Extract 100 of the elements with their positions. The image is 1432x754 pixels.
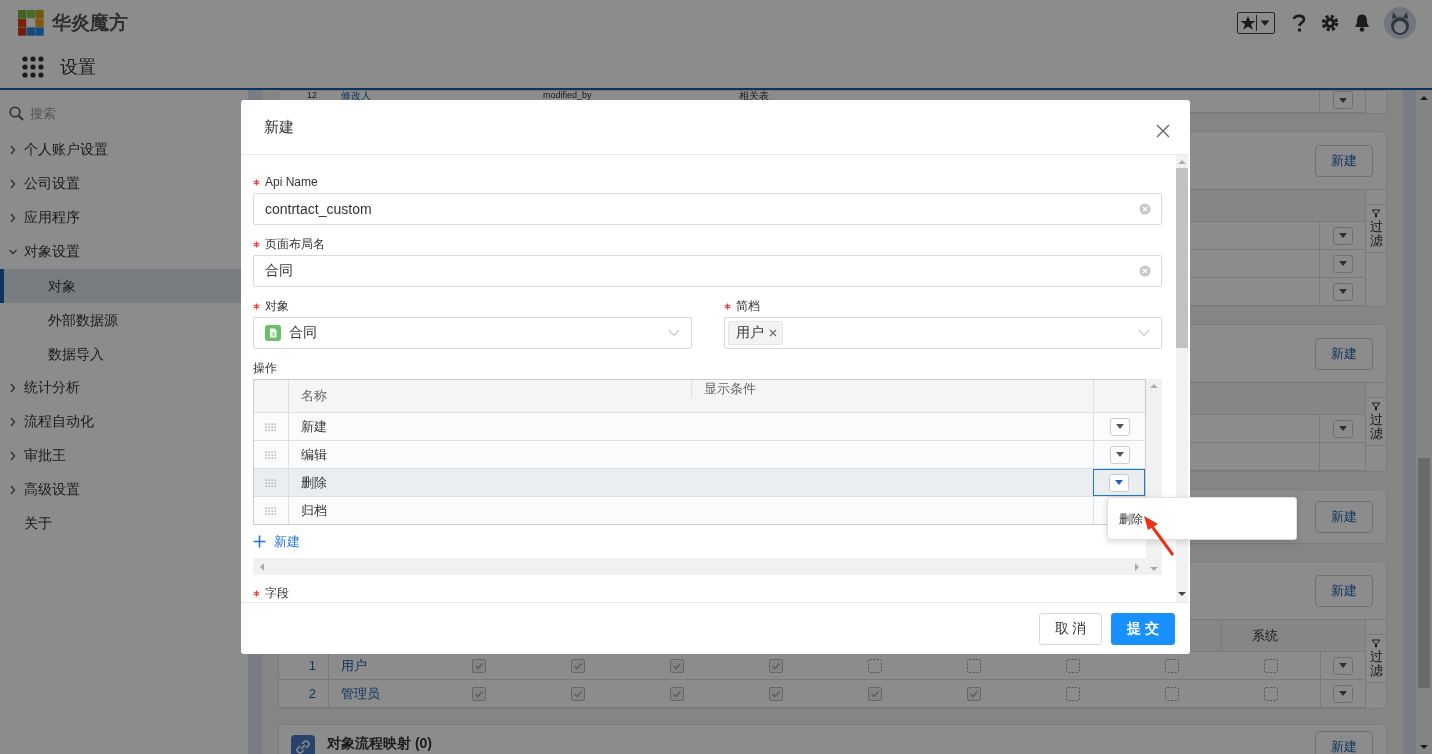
- sidebar-item[interactable]: 高级设置: [0, 473, 248, 507]
- dropdown-button[interactable]: [1109, 473, 1129, 492]
- logo-text: 华炎魔方: [52, 10, 128, 35]
- filter-tab[interactable]: 过滤: [1366, 397, 1386, 446]
- checkbox[interactable]: [471, 686, 486, 701]
- text-field[interactable]: 合同: [253, 255, 1162, 287]
- column-header: 显示条件: [690, 380, 1093, 398]
- bell-icon[interactable]: [1353, 12, 1371, 33]
- submit-button[interactable]: 提 交: [1111, 612, 1175, 645]
- new-button[interactable]: 新建: [1315, 731, 1373, 754]
- clear-icon[interactable]: [1139, 203, 1151, 215]
- text-field[interactable]: contrtact_custom: [253, 193, 1162, 225]
- scroll-down-icon: [1420, 744, 1428, 750]
- filter-tab[interactable]: 过滤: [1366, 204, 1386, 253]
- remove-icon[interactable]: [768, 329, 777, 337]
- scrollbar[interactable]: [253, 558, 1146, 575]
- caret-icon: [1336, 424, 1349, 433]
- checkbox[interactable]: [471, 658, 486, 673]
- checkbox[interactable]: [768, 686, 783, 701]
- checkbox[interactable]: [966, 686, 981, 701]
- avatar-icon[interactable]: [1384, 6, 1416, 39]
- scrollbar[interactable]: [1176, 155, 1188, 602]
- dialog-title: 新建: [264, 117, 294, 137]
- caret-icon: [1336, 259, 1349, 268]
- filter-tab[interactable]: 过滤: [1366, 634, 1386, 683]
- checkbox[interactable]: [1065, 658, 1080, 673]
- caret-icon: [1337, 689, 1349, 698]
- dropdown-button[interactable]: [1332, 91, 1353, 109]
- logo-icon: [18, 9, 44, 36]
- role-link[interactable]: 用户: [341, 656, 367, 675]
- sidebar-item[interactable]: 个人账户设置: [0, 133, 248, 167]
- table-cell-text: 相关表: [738, 91, 770, 101]
- favorites-button[interactable]: [1237, 11, 1275, 34]
- row-number: 2: [279, 680, 329, 707]
- app-title: 设置: [60, 55, 96, 79]
- chevron-icon: [667, 329, 680, 337]
- drag-handle-icon[interactable]: [265, 450, 277, 459]
- dropdown-button[interactable]: [1333, 684, 1353, 703]
- tag[interactable]: 用户: [727, 321, 783, 345]
- settings-icon[interactable]: [1320, 12, 1340, 33]
- dropdown-button[interactable]: [1333, 656, 1353, 675]
- table-cell-text: modified_by: [542, 91, 593, 99]
- checkbox[interactable]: [570, 686, 585, 701]
- dropdown-button[interactable]: [1332, 282, 1353, 301]
- clear-icon[interactable]: [1139, 265, 1151, 277]
- sidebar-item[interactable]: 对象设置: [0, 235, 248, 269]
- dropdown-button[interactable]: [1332, 226, 1353, 245]
- app-launcher-icon[interactable]: [22, 55, 44, 78]
- caret-icon: [1337, 661, 1349, 670]
- caret-icon: [1336, 231, 1349, 240]
- add-button[interactable]: 新建: [253, 532, 300, 551]
- checkbox[interactable]: [867, 686, 882, 701]
- scroll-left-icon: [259, 562, 264, 571]
- role-link[interactable]: 管理员: [341, 684, 380, 703]
- checkbox[interactable]: [1263, 686, 1278, 701]
- scroll-right-icon: [1135, 562, 1140, 571]
- help-icon[interactable]: [1291, 12, 1307, 33]
- select-field[interactable]: 用户: [723, 317, 1162, 349]
- scroll-thumb[interactable]: [1418, 458, 1430, 688]
- checkbox[interactable]: [768, 658, 783, 673]
- sidebar-item[interactable]: 公司设置: [0, 167, 248, 201]
- checkbox[interactable]: [867, 658, 882, 673]
- dropdown-button[interactable]: [1332, 419, 1353, 438]
- scroll-up-icon: [1178, 159, 1186, 164]
- scroll-down-icon: [1150, 567, 1158, 572]
- scroll-up-icon: [1150, 383, 1158, 388]
- new-button[interactable]: 新建: [1315, 144, 1373, 177]
- new-button[interactable]: 新建: [1315, 337, 1373, 370]
- checkbox[interactable]: [1263, 658, 1278, 673]
- column-header: 名称: [300, 387, 328, 405]
- dropdown-button[interactable]: [1332, 254, 1353, 273]
- select-field[interactable]: 合同: [253, 317, 692, 349]
- drag-handle-icon[interactable]: [265, 506, 277, 515]
- cancel-button[interactable]: 取 消: [1039, 612, 1102, 645]
- sidebar-item[interactable]: 应用程序: [0, 201, 248, 235]
- sidebar-item[interactable]: 统计分析: [0, 371, 248, 405]
- table-cell-text: 编辑: [300, 445, 328, 464]
- funnel-icon: [1371, 402, 1381, 411]
- new-button[interactable]: 新建: [1315, 574, 1373, 607]
- sidebar-item[interactable]: 审批王: [0, 439, 248, 473]
- scroll-thumb[interactable]: [1176, 168, 1188, 348]
- search-field[interactable]: 搜索: [28, 104, 208, 122]
- dropdown-button[interactable]: [1109, 445, 1130, 464]
- drag-handle-icon[interactable]: [265, 478, 277, 487]
- checkbox[interactable]: [570, 658, 585, 673]
- sidebar-item[interactable]: 流程自动化: [0, 405, 248, 439]
- checkbox[interactable]: [966, 658, 981, 673]
- checkbox[interactable]: [1065, 686, 1080, 701]
- new-button[interactable]: 新建: [1315, 500, 1373, 533]
- dropdown-button[interactable]: [1109, 417, 1130, 436]
- checkbox[interactable]: [669, 658, 684, 673]
- column-header: 系统: [1221, 620, 1320, 651]
- checkbox[interactable]: [1164, 686, 1179, 701]
- field-link[interactable]: 修改人: [329, 91, 531, 101]
- table-cell-text: 归档: [300, 501, 328, 520]
- checkbox[interactable]: [669, 686, 684, 701]
- drag-handle-icon[interactable]: [265, 422, 277, 431]
- checkbox[interactable]: [1164, 658, 1179, 673]
- close-icon[interactable]: [1156, 124, 1170, 138]
- field-label: 字段: [265, 584, 289, 602]
